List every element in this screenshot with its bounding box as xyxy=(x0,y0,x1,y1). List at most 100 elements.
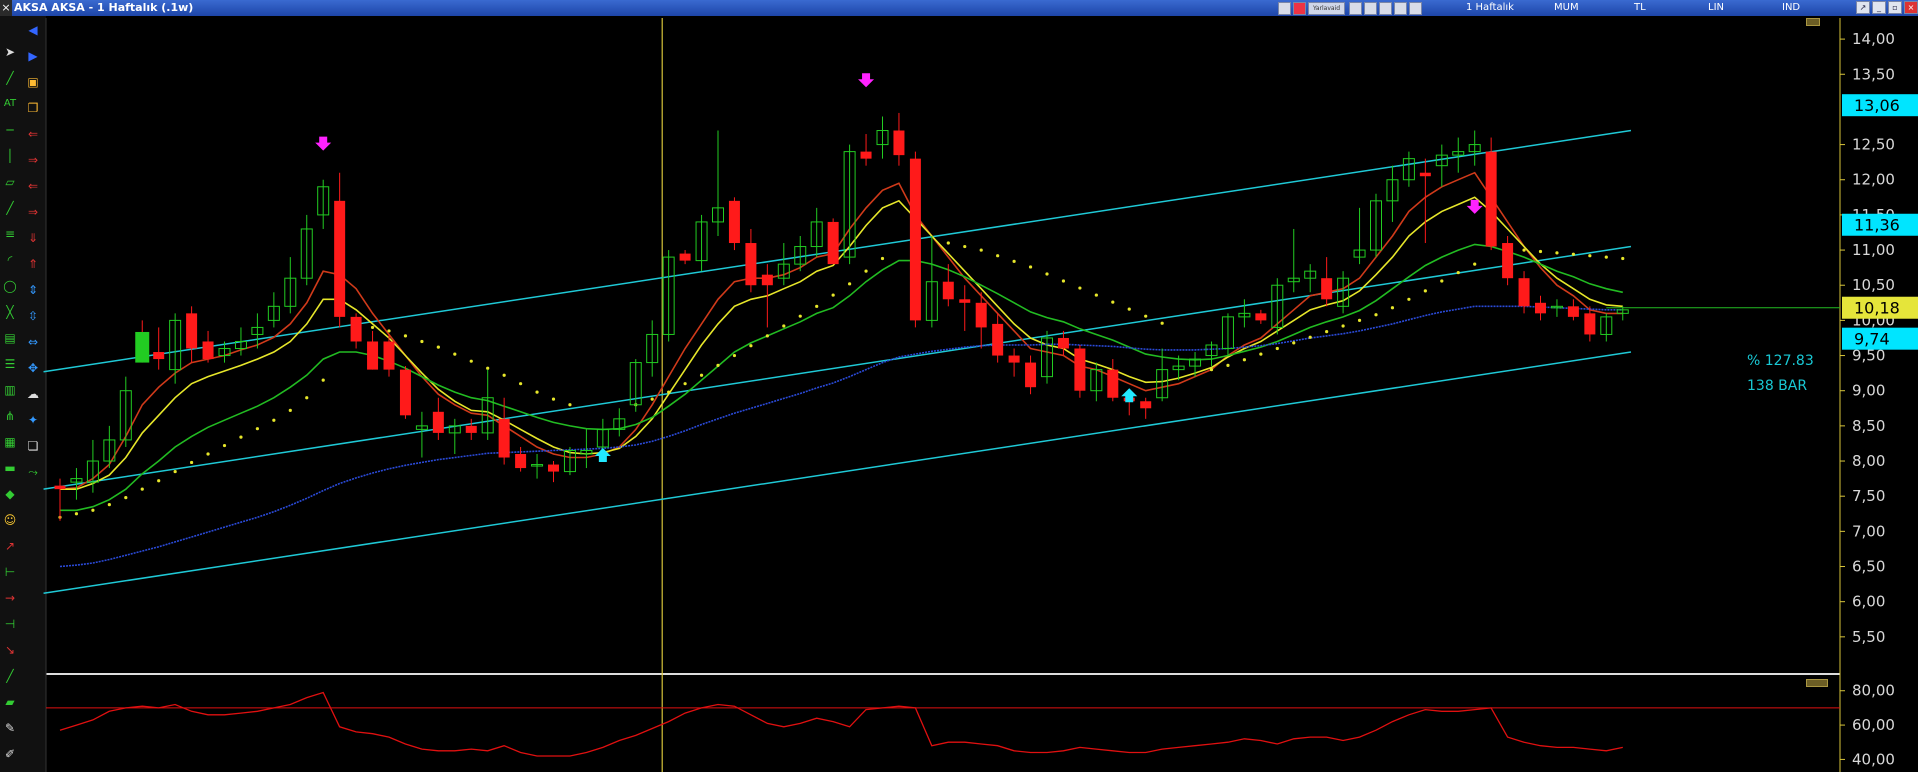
candle-body xyxy=(399,369,411,416)
candle-body xyxy=(1567,306,1579,317)
sar-dot xyxy=(535,390,539,394)
candle-body xyxy=(1140,401,1152,409)
oscillator-panel-scroll-handle[interactable] xyxy=(1806,679,1828,687)
price-tick-label: 12,50 xyxy=(1852,136,1895,154)
candle-body xyxy=(1584,313,1596,335)
price-tick-label: 8,50 xyxy=(1852,417,1885,435)
sar-dot xyxy=(206,452,210,456)
sar-dot xyxy=(1604,255,1608,259)
sar-dot xyxy=(716,363,720,367)
candle-body xyxy=(186,313,198,349)
sar-dot xyxy=(1127,307,1131,311)
sar-dot xyxy=(486,366,490,370)
candle-body xyxy=(1008,355,1020,363)
sar-dot xyxy=(1423,289,1427,293)
sar-dot xyxy=(239,435,243,439)
candle-body xyxy=(1518,278,1530,307)
sar-dot xyxy=(946,241,950,245)
candle-highlight xyxy=(135,331,150,363)
candle-body xyxy=(679,253,691,261)
candle-body xyxy=(761,274,773,286)
price-tick-label: 13,50 xyxy=(1852,65,1895,83)
sar-dot xyxy=(502,373,506,377)
candle-body xyxy=(728,200,740,244)
channel-line-lower xyxy=(43,351,1632,594)
sar-dot xyxy=(305,396,309,400)
price-panel-scroll-handle[interactable] xyxy=(1806,18,1820,26)
price-tick-label: 5,50 xyxy=(1852,628,1885,646)
sar-dot xyxy=(1538,249,1543,254)
chart-canvas[interactable]: 14,0013,5012,5012,0011,5011,0010,5010,00… xyxy=(0,0,1918,772)
sar-dot xyxy=(1012,259,1016,263)
candle-layer xyxy=(54,112,1629,521)
moving-average-red xyxy=(59,171,1623,490)
sar-dot xyxy=(848,282,852,286)
candle-body xyxy=(1025,362,1037,388)
candle-body xyxy=(350,316,362,342)
sar-dot xyxy=(124,496,128,500)
sar-dot xyxy=(732,353,737,358)
sar-dot xyxy=(798,314,802,318)
candle-body xyxy=(202,341,214,360)
sar-dot xyxy=(403,334,408,338)
sar-dot xyxy=(551,397,556,401)
sar-dot xyxy=(222,443,227,448)
candle-body xyxy=(745,243,757,286)
candle-body xyxy=(992,323,1004,356)
sar-dot xyxy=(1357,318,1362,322)
sar-dot xyxy=(1308,335,1312,339)
candle-body xyxy=(827,221,839,265)
osc-tick-label: 80,00 xyxy=(1852,682,1895,700)
sar-dot xyxy=(699,373,704,377)
candle-body xyxy=(548,464,559,472)
price-tick-label: 6,50 xyxy=(1852,558,1885,576)
sar-dot xyxy=(1473,262,1477,266)
sar-dot xyxy=(1094,293,1098,297)
price-tick-label: 8,00 xyxy=(1852,452,1885,470)
candle-body xyxy=(465,425,477,433)
sar-dot xyxy=(1440,279,1444,283)
sar-dot xyxy=(436,345,440,349)
sar-dot xyxy=(1407,297,1411,301)
candle-body xyxy=(498,418,510,458)
price-tick-label: 7,50 xyxy=(1852,487,1885,505)
sar-dot xyxy=(831,293,835,297)
candle-body xyxy=(153,352,165,360)
sar-dot xyxy=(173,469,177,474)
oscillator-line xyxy=(59,691,1623,757)
bar-count-label: 138 BAR xyxy=(1747,378,1808,394)
price-tick-label: 11,00 xyxy=(1852,241,1895,259)
candle-body xyxy=(942,281,954,300)
candle-body xyxy=(1321,278,1333,300)
moving-average-layer xyxy=(59,171,1623,568)
sar-dot xyxy=(321,378,325,382)
candle-body xyxy=(515,454,527,469)
sar-dot xyxy=(1292,341,1296,345)
sar-dot xyxy=(1456,270,1460,275)
sar-dot xyxy=(1111,300,1115,304)
sar-dot xyxy=(667,390,671,394)
sar-dot xyxy=(749,344,753,348)
sar-dot xyxy=(255,427,259,431)
sar-dot xyxy=(140,487,144,491)
price-tick-label: 10,50 xyxy=(1852,276,1895,294)
moving-average-blue xyxy=(59,305,1623,568)
sar-dot xyxy=(1028,265,1033,269)
sar-dot xyxy=(370,325,375,330)
sar-dot xyxy=(469,359,473,363)
percent-change-label: % 127.83 xyxy=(1747,353,1814,369)
candle-body xyxy=(909,158,921,321)
sar-dot xyxy=(1144,314,1148,318)
candle-body xyxy=(975,302,987,328)
candle-body xyxy=(432,411,444,433)
sar-dot xyxy=(1555,251,1559,255)
candle-body xyxy=(893,130,905,156)
sar-dot xyxy=(1325,330,1329,334)
candle-body xyxy=(860,151,872,159)
sar-dot xyxy=(650,397,654,401)
candle-body xyxy=(1502,243,1514,279)
signal-arrow-up xyxy=(594,448,611,462)
candle-body xyxy=(1074,348,1086,391)
sar-dot xyxy=(519,382,523,386)
sar-dot xyxy=(1275,346,1279,351)
